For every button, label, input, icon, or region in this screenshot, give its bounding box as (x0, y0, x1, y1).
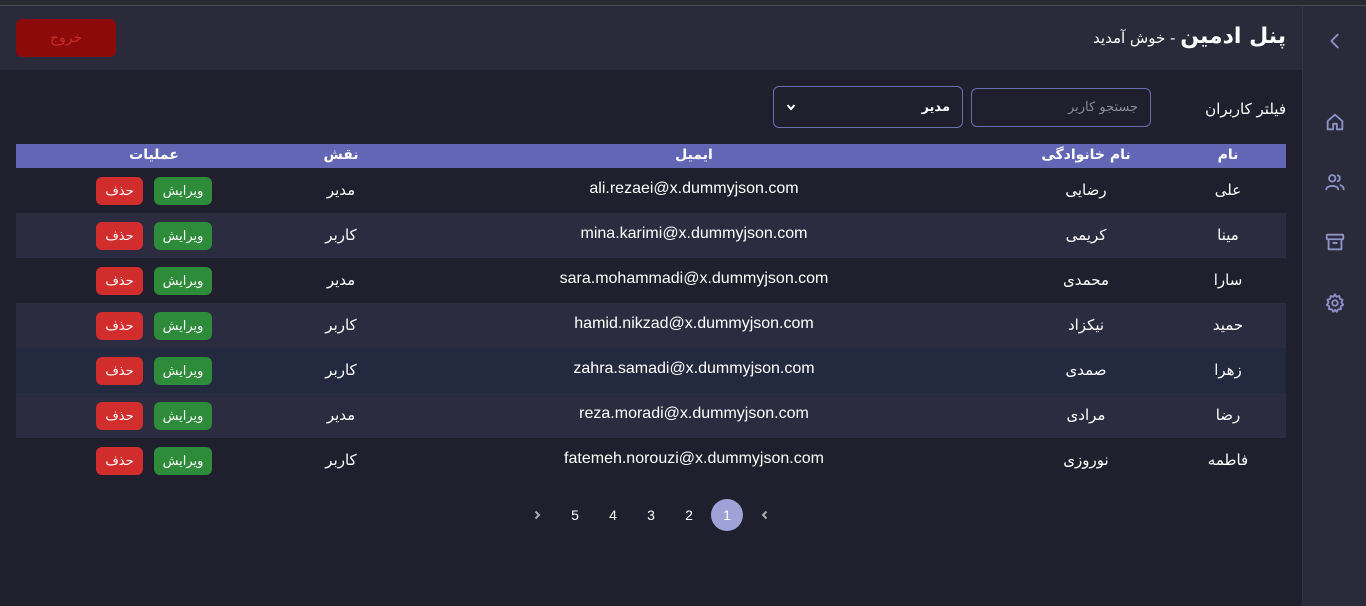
chevron-left-icon (761, 510, 768, 520)
cell-family: رضایی (1065, 181, 1107, 199)
cell-family: محمدی (1062, 271, 1110, 289)
cell-name: سارا (1213, 271, 1243, 289)
users-icon (1325, 174, 1345, 191)
users-table: نام نام خانوادگی ایمیل نقش عملیات علی رض… (16, 144, 1286, 483)
cell-name: حمید (1212, 316, 1244, 334)
role-filter-select[interactable]: مدیر (773, 86, 963, 128)
edit-button[interactable]: ویرایش (154, 267, 212, 295)
filter-users-label: فیلتر کاربران (1205, 100, 1286, 118)
cell-role: کاربر (325, 226, 357, 244)
header-bar: خروج پنل ادمین - خوش آمدید (0, 6, 1302, 70)
cell-email: reza.moradi@x.dummyjson.com (579, 405, 809, 422)
delete-button[interactable]: حذف (96, 312, 143, 340)
chevron-down-icon (786, 104, 796, 111)
cell-family: نوروزی (1063, 451, 1109, 469)
sidebar-item-archive[interactable] (1323, 230, 1347, 254)
page-button-3[interactable]: 3 (635, 499, 667, 531)
sidebar-item-settings[interactable] (1323, 291, 1347, 315)
delete-button[interactable]: حذف (96, 357, 143, 385)
table-row: زهرا صمدی zahra.samadi@x.dummyjson.com ک… (16, 348, 1286, 393)
delete-button[interactable]: حذف (96, 447, 143, 475)
table-row: رضا مرادی reza.moradi@x.dummyjson.com مد… (16, 393, 1286, 438)
header-name: نام (1217, 147, 1239, 163)
cell-role: مدیر (326, 271, 356, 289)
table-row: علی رضایی ali.rezaei@x.dummyjson.com مدی… (16, 168, 1286, 213)
table-row: مینا کریمی mina.karimi@x.dummyjson.com ک… (16, 213, 1286, 258)
cell-family: مرادی (1066, 406, 1106, 424)
delete-button[interactable]: حذف (96, 402, 143, 430)
page-button-5[interactable]: 5 (559, 499, 591, 531)
cell-role: مدیر (326, 181, 356, 199)
cell-email: mina.karimi@x.dummyjson.com (580, 225, 808, 242)
cell-name: زهرا (1214, 361, 1242, 379)
page-title: پنل ادمین - خوش آمدید (1093, 24, 1286, 49)
cell-family: نیکزاد (1067, 316, 1105, 334)
edit-button[interactable]: ویرایش (154, 177, 212, 205)
page-button-1[interactable]: 1 (711, 499, 743, 531)
chevron-right-icon (534, 510, 541, 520)
page-title-welcome: - خوش آمدید (1093, 29, 1181, 47)
sidebar-toggle-button[interactable] (1323, 29, 1347, 53)
cell-email: hamid.nikzad@x.dummyjson.com (574, 315, 814, 332)
prev-page-button[interactable] (749, 499, 781, 531)
delete-button[interactable]: حذف (96, 267, 143, 295)
cell-role: کاربر (325, 316, 357, 334)
gear-icon (1325, 293, 1345, 313)
cell-email: fatemeh.norouzi@x.dummyjson.com (564, 450, 824, 467)
table-header: نام نام خانوادگی ایمیل نقش عملیات (16, 144, 1286, 168)
cell-email: ali.rezaei@x.dummyjson.com (589, 180, 799, 197)
pagination: 1 2 3 4 5 (0, 499, 1302, 531)
page-title-main: پنل ادمین (1180, 24, 1286, 49)
cell-name: فاطمه (1207, 451, 1249, 469)
search-user-input[interactable] (971, 88, 1151, 127)
sidebar (1302, 6, 1366, 606)
edit-button[interactable]: ویرایش (154, 357, 212, 385)
cell-email: sara.mohammadi@x.dummyjson.com (559, 270, 829, 287)
chevron-left-icon (1330, 33, 1339, 49)
cell-name: رضا (1215, 406, 1241, 424)
edit-button[interactable]: ویرایش (154, 312, 212, 340)
cell-role: مدیر (326, 406, 356, 424)
role-filter-value: مدیر (921, 99, 950, 115)
edit-button[interactable]: ویرایش (154, 447, 212, 475)
page-button-2[interactable]: 2 (673, 499, 705, 531)
archive-icon (1325, 233, 1345, 251)
delete-button[interactable]: حذف (96, 222, 143, 250)
header-email: ایمیل (675, 147, 713, 163)
table-row: فاطمه نوروزی fatemeh.norouzi@x.dummyjson… (16, 438, 1286, 483)
next-page-button[interactable] (521, 499, 553, 531)
cell-family: کریمی (1065, 226, 1107, 244)
cell-role: کاربر (325, 451, 357, 469)
header-actions: عملیات (129, 147, 179, 163)
sidebar-item-users[interactable] (1323, 170, 1347, 194)
cell-role: کاربر (325, 361, 357, 379)
home-icon (1326, 113, 1344, 131)
logout-button[interactable]: خروج (16, 19, 116, 57)
sidebar-item-home[interactable] (1323, 110, 1347, 134)
header-role: نقش (323, 147, 359, 163)
delete-button[interactable]: حذف (96, 177, 143, 205)
cell-name: علی (1214, 181, 1242, 199)
cell-name: مینا (1217, 226, 1239, 244)
table-row: سارا محمدی sara.mohammadi@x.dummyjson.co… (16, 258, 1286, 303)
edit-button[interactable]: ویرایش (154, 402, 212, 430)
table-row: حمید نیکزاد hamid.nikzad@x.dummyjson.com… (16, 303, 1286, 348)
page-button-4[interactable]: 4 (597, 499, 629, 531)
cell-family: صمدی (1065, 361, 1107, 379)
edit-button[interactable]: ویرایش (154, 222, 212, 250)
header-family: نام خانوادگی (1041, 147, 1131, 163)
cell-email: zahra.samadi@x.dummyjson.com (573, 360, 815, 377)
